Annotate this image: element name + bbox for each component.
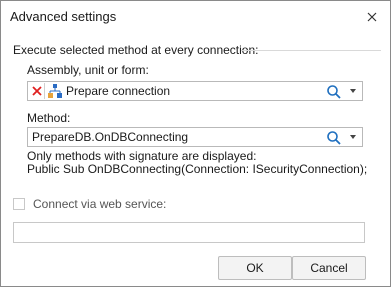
- method-combobox[interactable]: PrepareDB.OnDBConnecting: [27, 127, 363, 147]
- assembly-combobox[interactable]: Prepare connection: [27, 81, 363, 101]
- section-label: Execute selected method at every connect…: [13, 43, 259, 57]
- close-icon: [367, 12, 377, 22]
- section-divider: [241, 50, 381, 51]
- ok-button[interactable]: OK: [218, 256, 292, 280]
- web-service-label[interactable]: Connect via web service:: [33, 197, 166, 211]
- clear-icon[interactable]: [31, 85, 43, 97]
- close-button[interactable]: [362, 7, 382, 27]
- clear-separator: [44, 83, 45, 99]
- method-info-line-2: Public Sub OnDBConnecting(Connection: IS…: [27, 162, 368, 176]
- assembly-value: Prepare connection: [66, 84, 171, 98]
- method-label: Method:: [27, 111, 71, 125]
- chevron-down-icon[interactable]: [350, 135, 356, 139]
- unit-icon: [48, 84, 62, 98]
- search-icon[interactable]: [326, 130, 342, 146]
- assembly-label: Assembly, unit or form:: [27, 63, 149, 77]
- cancel-button[interactable]: Cancel: [292, 256, 366, 280]
- title-bar: Advanced settings: [1, 1, 390, 33]
- dialog-title: Advanced settings: [10, 9, 117, 24]
- chevron-down-icon[interactable]: [350, 89, 356, 93]
- method-value: PrepareDB.OnDBConnecting: [32, 130, 189, 144]
- search-icon[interactable]: [326, 84, 342, 100]
- web-service-url-input[interactable]: [13, 222, 365, 243]
- web-service-checkbox[interactable]: [13, 198, 25, 210]
- advanced-settings-dialog: Advanced settings Execute selected metho…: [0, 0, 391, 287]
